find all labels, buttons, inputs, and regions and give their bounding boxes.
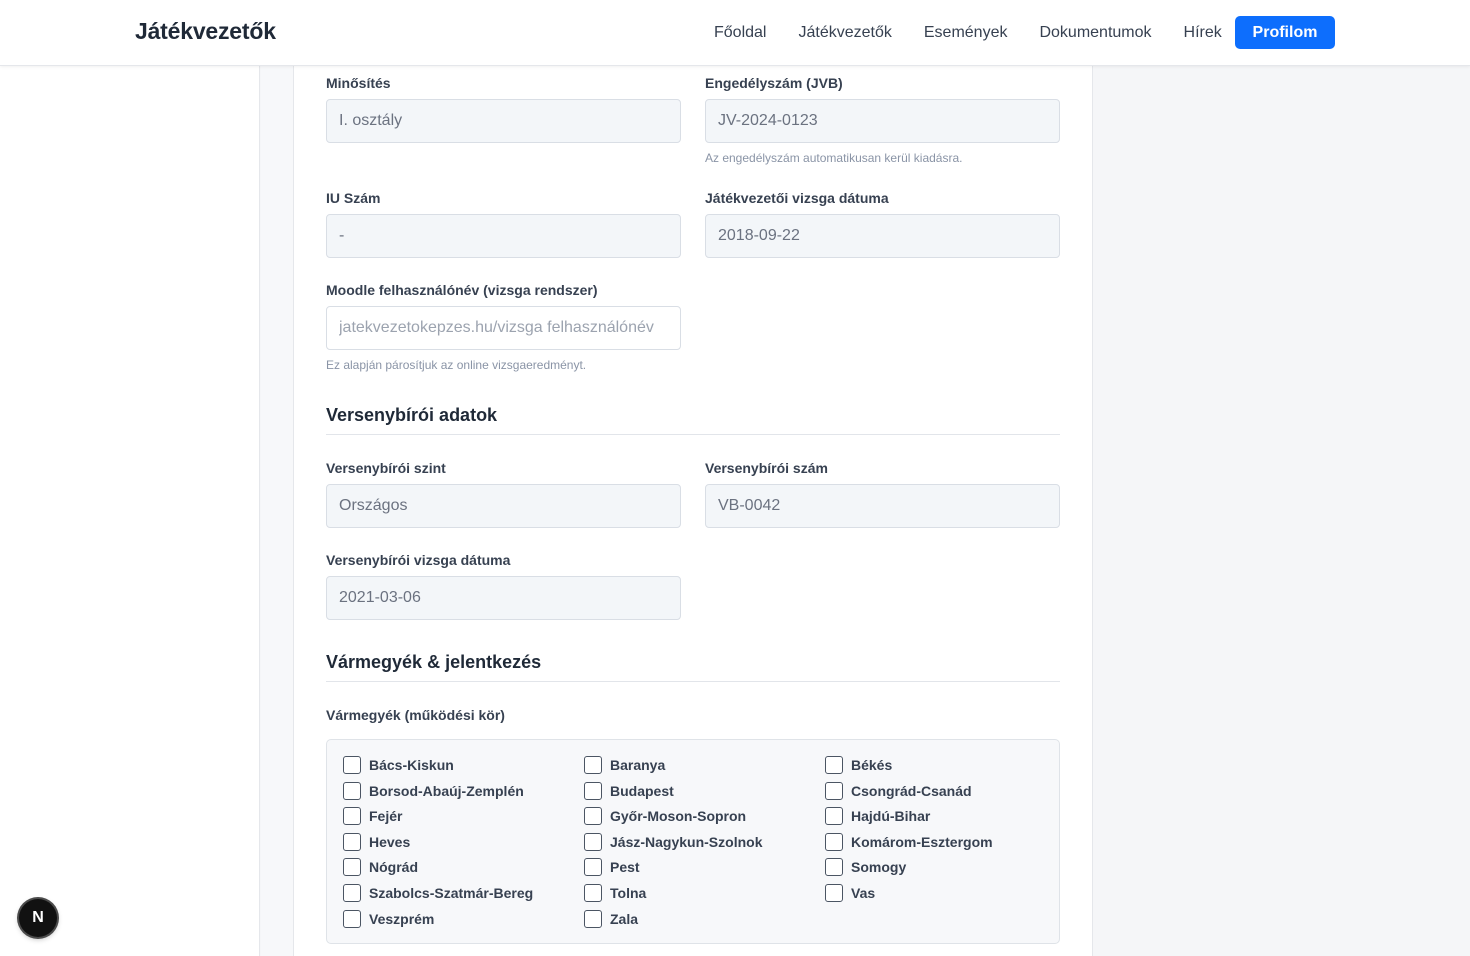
judge-level-label: Versenybírói szint [326, 460, 446, 476]
section-divider [326, 681, 1060, 682]
checkbox-icon[interactable] [343, 858, 361, 876]
iu-number-field: - [326, 214, 681, 258]
checkbox-icon[interactable] [584, 782, 602, 800]
county-checkbox[interactable]: Budapest [584, 781, 674, 801]
nav-link-referees[interactable]: Játékvezetők [798, 24, 891, 42]
moodle-username-input[interactable] [326, 306, 681, 350]
nextjs-dev-badge-icon[interactable]: N [19, 899, 57, 937]
county-checkbox[interactable]: Csongrád-Csanád [825, 781, 972, 801]
county-checkbox[interactable]: Békés [825, 755, 892, 775]
nav-link-home[interactable]: Főoldal [714, 24, 766, 42]
section-title-judge: Versenybírói adatok [326, 405, 498, 425]
checkbox-icon[interactable] [584, 858, 602, 876]
checkbox-icon[interactable] [343, 910, 361, 928]
judge-exam-date-label: Versenybírói vizsga dátuma [326, 552, 511, 568]
referee-exam-date-field: 2018-09-22 [705, 214, 1060, 258]
moodle-username-label: Moodle felhasználónév (vizsga rendszer) [326, 282, 598, 298]
profile-button[interactable]: Profilom [1235, 16, 1335, 49]
iu-number-label: IU Szám [326, 190, 381, 206]
checkbox-icon[interactable] [825, 833, 843, 851]
section-divider [326, 434, 1060, 435]
page-left-gutter [0, 0, 260, 956]
moodle-hint: Ez alapján párosítjuk az online vizsgaer… [326, 358, 587, 372]
checkbox-icon[interactable] [343, 807, 361, 825]
page-gutter [261, 0, 293, 956]
county-checkbox[interactable]: Hajdú-Bihar [825, 806, 930, 826]
county-checkbox[interactable]: Nógrád [343, 857, 418, 877]
county-checkbox[interactable]: Baranya [584, 755, 665, 775]
checkbox-icon[interactable] [584, 910, 602, 928]
county-checkbox[interactable]: Somogy [825, 857, 906, 877]
nav-link-documents[interactable]: Dokumentumok [1039, 24, 1151, 42]
checkbox-icon[interactable] [825, 884, 843, 902]
qualification-label: Minősítés [326, 75, 391, 91]
checkbox-icon[interactable] [584, 884, 602, 902]
navbar: Játékvezetők Főoldal Játékvezetők Esemén… [0, 0, 1470, 66]
checkbox-icon[interactable] [825, 858, 843, 876]
checkbox-icon[interactable] [343, 884, 361, 902]
checkbox-icon[interactable] [825, 807, 843, 825]
checkbox-icon[interactable] [584, 807, 602, 825]
nav-link-news[interactable]: Hírek [1184, 24, 1222, 42]
license-label: Engedélyszám (JVB) [705, 75, 843, 91]
county-checkbox[interactable]: Győr-Moson-Sopron [584, 806, 746, 826]
checkbox-icon[interactable] [584, 756, 602, 774]
county-checkbox[interactable]: Fejér [343, 806, 402, 826]
checkbox-icon[interactable] [343, 782, 361, 800]
county-checkbox[interactable]: Vas [825, 883, 875, 903]
checkbox-icon[interactable] [584, 833, 602, 851]
checkbox-icon[interactable] [343, 833, 361, 851]
checkbox-icon[interactable] [825, 782, 843, 800]
county-checkbox[interactable]: Tolna [584, 883, 646, 903]
nav-link-events[interactable]: Események [924, 24, 1008, 42]
county-checkbox[interactable]: Borsod-Abaúj-Zemplén [343, 781, 524, 801]
license-field: JV-2024-0123 [705, 99, 1060, 143]
county-checkbox[interactable]: Heves [343, 832, 410, 852]
county-checkbox[interactable]: Veszprém [343, 909, 434, 929]
county-checkbox[interactable]: Szabolcs-Szatmár-Bereg [343, 883, 533, 903]
county-checkbox[interactable]: Pest [584, 857, 640, 877]
county-checkbox[interactable]: Bács-Kiskun [343, 755, 454, 775]
nav-links: Főoldal Játékvezetők Események Dokumentu… [714, 0, 1254, 66]
judge-exam-date-field: 2021-03-06 [326, 576, 681, 620]
license-hint: Az engedélyszám automatikusan kerül kiad… [705, 151, 963, 165]
checkbox-icon[interactable] [825, 756, 843, 774]
checkbox-icon[interactable] [343, 756, 361, 774]
counties-label: Vármegyék (működési kör) [326, 707, 505, 723]
judge-number-label: Versenybírói szám [705, 460, 828, 476]
brand-logo-text[interactable]: Játékvezetők [135, 18, 276, 45]
referee-exam-date-label: Játékvezetői vizsga dátuma [705, 190, 889, 206]
qualification-field: I. osztály [326, 99, 681, 143]
county-checkbox[interactable]: Jász-Nagykun-Szolnok [584, 832, 762, 852]
county-checkbox[interactable]: Zala [584, 909, 638, 929]
county-checkbox[interactable]: Komárom-Esztergom [825, 832, 993, 852]
section-title-counties: Vármegyék & jelentkezés [326, 652, 542, 672]
judge-level-field: Országos [326, 484, 681, 528]
judge-number-field: VB-0042 [705, 484, 1060, 528]
